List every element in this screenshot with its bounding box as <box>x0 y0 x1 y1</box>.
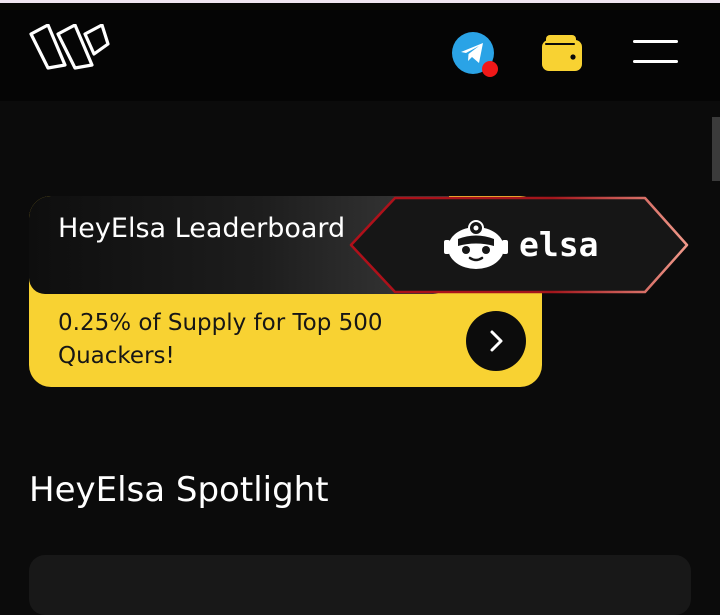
elsa-robot-icon <box>444 220 508 269</box>
leaderboard-subtitle: 0.25% of Supply for Top 500 Quackers! <box>58 310 383 369</box>
leaderboard-arrow-button[interactable] <box>466 311 526 371</box>
wallet-icon[interactable] <box>542 35 582 71</box>
brand-logo-icon[interactable] <box>28 24 110 70</box>
notification-dot <box>482 61 498 77</box>
spotlight-card[interactable] <box>29 555 691 615</box>
spotlight-heading: HeyElsa Spotlight <box>29 470 329 510</box>
chevron-right-icon <box>490 330 503 352</box>
scrollbar-thumb[interactable] <box>712 117 720 181</box>
hamburger-menu-icon[interactable] <box>633 40 678 64</box>
leaderboard-title: HeyElsa Leaderboard <box>58 213 346 244</box>
elsa-badge-label: elsa <box>519 225 599 264</box>
